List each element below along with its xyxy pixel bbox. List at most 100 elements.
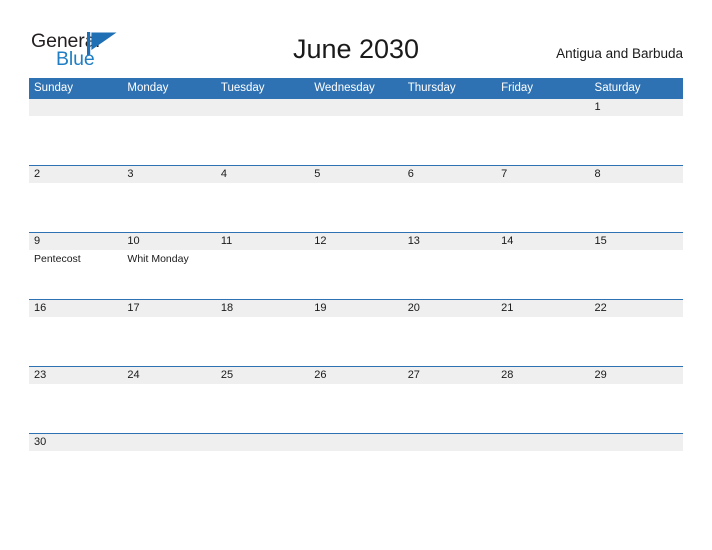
day-cell-events[interactable] bbox=[496, 183, 589, 233]
day-cell-number[interactable] bbox=[403, 99, 496, 116]
day-cell-number[interactable]: 18 bbox=[216, 300, 309, 317]
weekday-sunday: Sunday bbox=[34, 82, 74, 94]
day-cell-number[interactable]: 5 bbox=[309, 166, 402, 183]
day-cell-number[interactable]: 19 bbox=[309, 300, 402, 317]
day-cell-number[interactable]: 30 bbox=[29, 434, 122, 451]
day-cell-events[interactable] bbox=[496, 317, 589, 367]
day-cell-events[interactable] bbox=[122, 384, 215, 434]
day-cell-number[interactable]: 6 bbox=[403, 166, 496, 183]
day-cell-events[interactable] bbox=[309, 250, 402, 300]
day-cell-events[interactable] bbox=[122, 116, 215, 166]
day-cell-events[interactable] bbox=[216, 451, 309, 464]
day-cell-events[interactable] bbox=[309, 183, 402, 233]
day-cell-number[interactable]: 4 bbox=[216, 166, 309, 183]
day-cell-events[interactable] bbox=[403, 116, 496, 166]
day-cell-number[interactable] bbox=[496, 99, 589, 116]
weekday-tuesday: Tuesday bbox=[220, 82, 265, 94]
day-cell-events[interactable] bbox=[309, 451, 402, 464]
day-cell-number[interactable]: 14 bbox=[496, 233, 589, 250]
day-cell-events[interactable] bbox=[403, 317, 496, 367]
day-cell-number[interactable]: 3 bbox=[122, 166, 215, 183]
day-cell-events[interactable] bbox=[496, 250, 589, 300]
day-cell-events[interactable] bbox=[590, 183, 683, 233]
day-cell-events[interactable] bbox=[496, 451, 589, 464]
day-cell-number[interactable]: 2 bbox=[29, 166, 122, 183]
day-cell-events[interactable] bbox=[216, 317, 309, 367]
day-cell-number[interactable] bbox=[590, 434, 683, 451]
day-cell-number[interactable]: 11 bbox=[216, 233, 309, 250]
weekday-friday: Friday bbox=[501, 82, 534, 94]
day-cell-events[interactable] bbox=[216, 116, 309, 166]
day-cell-events[interactable]: Pentecost bbox=[29, 250, 122, 300]
event-label: Whit Monday bbox=[127, 253, 189, 265]
day-cell-events[interactable] bbox=[216, 384, 309, 434]
week-event-band bbox=[29, 183, 683, 233]
day-cell-events[interactable] bbox=[122, 451, 215, 464]
day-cell-number[interactable]: 17 bbox=[122, 300, 215, 317]
day-cell-number[interactable]: 29 bbox=[590, 367, 683, 384]
day-cell-events[interactable] bbox=[29, 317, 122, 367]
day-cell-events[interactable] bbox=[309, 116, 402, 166]
region-label: Antigua and Barbuda bbox=[556, 46, 683, 61]
day-cell-events[interactable] bbox=[309, 317, 402, 367]
day-cell-number[interactable]: 24 bbox=[122, 367, 215, 384]
day-cell-events[interactable] bbox=[29, 116, 122, 166]
day-cell-events[interactable] bbox=[496, 384, 589, 434]
week-event-band bbox=[29, 384, 683, 434]
day-cell-number[interactable] bbox=[496, 434, 589, 451]
day-cell-events[interactable] bbox=[403, 384, 496, 434]
day-cell-number[interactable]: 9 bbox=[29, 233, 122, 250]
calendar-grid: Sunday Monday Tuesday Wednesday Thursday… bbox=[29, 78, 683, 464]
day-cell-number[interactable]: 10 bbox=[122, 233, 215, 250]
day-cell-events[interactable] bbox=[496, 116, 589, 166]
day-cell-events[interactable] bbox=[29, 451, 122, 464]
day-cell-number[interactable]: 15 bbox=[590, 233, 683, 250]
day-cell-number[interactable] bbox=[216, 434, 309, 451]
day-cell-number[interactable]: 16 bbox=[29, 300, 122, 317]
day-cell-number[interactable]: 21 bbox=[496, 300, 589, 317]
day-cell-number[interactable] bbox=[403, 434, 496, 451]
day-cell-number[interactable]: 25 bbox=[216, 367, 309, 384]
day-cell-number[interactable]: 27 bbox=[403, 367, 496, 384]
week-daynumber-band: 9 10 11 12 13 14 15 bbox=[29, 233, 683, 250]
week-daynumber-band: 16 17 18 19 20 21 22 bbox=[29, 300, 683, 317]
week-event-band bbox=[29, 116, 683, 166]
day-cell-events[interactable] bbox=[403, 451, 496, 464]
day-cell-events[interactable] bbox=[590, 250, 683, 300]
day-cell-events[interactable] bbox=[216, 183, 309, 233]
day-cell-number[interactable] bbox=[309, 99, 402, 116]
day-cell-number[interactable] bbox=[216, 99, 309, 116]
day-cell-events[interactable] bbox=[403, 250, 496, 300]
day-cell-number[interactable]: 22 bbox=[590, 300, 683, 317]
day-cell-events[interactable] bbox=[122, 183, 215, 233]
day-cell-number[interactable] bbox=[309, 434, 402, 451]
day-cell-events[interactable] bbox=[590, 451, 683, 464]
week-event-band bbox=[29, 451, 683, 464]
day-cell-number[interactable]: 1 bbox=[590, 99, 683, 116]
day-cell-number[interactable] bbox=[29, 99, 122, 116]
day-cell-events[interactable] bbox=[590, 317, 683, 367]
day-cell-events[interactable] bbox=[29, 183, 122, 233]
day-cell-number[interactable]: 28 bbox=[496, 367, 589, 384]
day-cell-events[interactable] bbox=[122, 317, 215, 367]
day-cell-number[interactable]: 8 bbox=[590, 166, 683, 183]
week-daynumber-band: 23 24 25 26 27 28 29 bbox=[29, 367, 683, 384]
day-cell-events[interactable] bbox=[309, 384, 402, 434]
day-cell-events[interactable] bbox=[590, 116, 683, 166]
day-cell-number[interactable]: 20 bbox=[403, 300, 496, 317]
day-cell-events[interactable] bbox=[403, 183, 496, 233]
day-cell-number[interactable]: 23 bbox=[29, 367, 122, 384]
day-cell-number[interactable] bbox=[122, 434, 215, 451]
day-cell-number[interactable] bbox=[122, 99, 215, 116]
day-cell-number[interactable]: 7 bbox=[496, 166, 589, 183]
weekday-monday: Monday bbox=[127, 82, 169, 94]
day-cell-events[interactable] bbox=[216, 250, 309, 300]
day-cell-number[interactable]: 13 bbox=[403, 233, 496, 250]
day-cell-events[interactable]: Whit Monday bbox=[122, 250, 215, 300]
day-cell-number[interactable]: 12 bbox=[309, 233, 402, 250]
day-cell-number[interactable]: 26 bbox=[309, 367, 402, 384]
day-cell-events[interactable] bbox=[590, 384, 683, 434]
day-cell-events[interactable] bbox=[29, 384, 122, 434]
week-row: 1 bbox=[29, 98, 683, 166]
week-event-band: Pentecost Whit Monday bbox=[29, 250, 683, 300]
